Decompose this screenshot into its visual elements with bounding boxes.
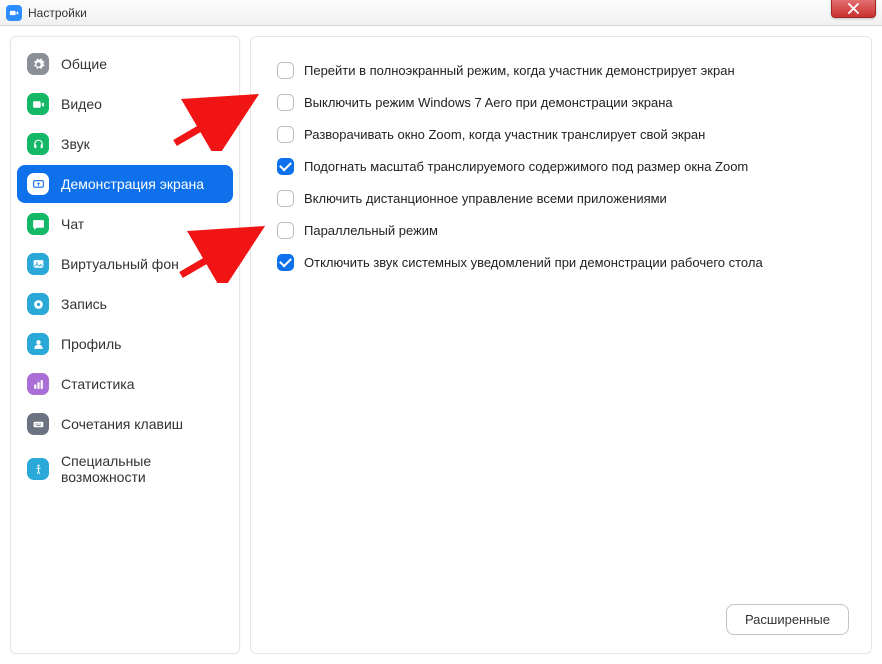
sidebar-item-label: Демонстрация экрана <box>61 176 204 192</box>
window-close-button[interactable] <box>831 0 876 18</box>
option-row[interactable]: Подогнать масштаб транслируемого содержи… <box>277 155 845 177</box>
sidebar-item-label: Общие <box>61 56 107 72</box>
advanced-button[interactable]: Расширенные <box>726 604 849 635</box>
option-row[interactable]: Включить дистанционное управление всеми … <box>277 187 845 209</box>
title-bar: Настройки <box>0 0 882 26</box>
checkbox[interactable] <box>277 158 294 175</box>
keyboard-icon <box>27 413 49 435</box>
sidebar-item-label: Звук <box>61 136 90 152</box>
checkbox[interactable] <box>277 254 294 271</box>
checkbox[interactable] <box>277 126 294 143</box>
sidebar-item-access[interactable]: Специальные возможности <box>17 445 233 493</box>
sidebar-item-label: Статистика <box>61 376 135 392</box>
option-row[interactable]: Разворачивать окно Zoom, когда участник … <box>277 123 845 145</box>
sidebar-item-share[interactable]: Демонстрация экрана <box>17 165 233 203</box>
video-icon <box>27 93 49 115</box>
share-screen-icon <box>27 173 49 195</box>
sidebar-item-label: Профиль <box>61 336 121 352</box>
sidebar-item-label: Сочетания клавиш <box>61 416 183 432</box>
sidebar-item-chat[interactable]: Чат <box>17 205 233 243</box>
sidebar-item-keyboard[interactable]: Сочетания клавиш <box>17 405 233 443</box>
checkbox[interactable] <box>277 222 294 239</box>
option-label: Отключить звук системных уведомлений при… <box>304 255 763 270</box>
sidebar: Общие Видео Звук Демонстрация экрана Чат Вирт… <box>10 36 240 654</box>
checkbox[interactable] <box>277 190 294 207</box>
main-container: Общие Видео Звук Демонстрация экрана Чат Вирт… <box>0 26 882 664</box>
option-label: Разворачивать окно Zoom, когда участник … <box>304 127 705 142</box>
option-row[interactable]: Отключить звук системных уведомлений при… <box>277 251 845 273</box>
headphones-icon <box>27 133 49 155</box>
sidebar-item-person[interactable]: Профиль <box>17 325 233 363</box>
sidebar-item-label: Виртуальный фон <box>61 256 179 272</box>
sidebar-item-label: Запись <box>61 296 107 312</box>
option-label: Выключить режим Windows 7 Aero при демон… <box>304 95 673 110</box>
option-label: Параллельный режим <box>304 223 438 238</box>
stats-icon <box>27 373 49 395</box>
sidebar-item-record[interactable]: Запись <box>17 285 233 323</box>
sidebar-item-stats[interactable]: Статистика <box>17 365 233 403</box>
checkbox[interactable] <box>277 94 294 111</box>
option-row[interactable]: Параллельный режим <box>277 219 845 241</box>
chat-icon <box>27 213 49 235</box>
option-label: Подогнать масштаб транслируемого содержи… <box>304 159 748 174</box>
window-title: Настройки <box>28 6 87 20</box>
sidebar-item-label: Чат <box>61 216 84 232</box>
gear-icon <box>27 53 49 75</box>
option-row[interactable]: Перейти в полноэкранный режим, когда уча… <box>277 59 845 81</box>
option-label: Перейти в полноэкранный режим, когда уча… <box>304 63 735 78</box>
sidebar-item-label: Специальные возможности <box>61 453 223 485</box>
option-row[interactable]: Выключить режим Windows 7 Aero при демон… <box>277 91 845 113</box>
record-icon <box>27 293 49 315</box>
person-icon <box>27 333 49 355</box>
content-panel: Перейти в полноэкранный режим, когда уча… <box>250 36 872 654</box>
sidebar-item-video[interactable]: Видео <box>17 85 233 123</box>
sidebar-item-label: Видео <box>61 96 102 112</box>
app-icon <box>6 5 22 21</box>
accessibility-icon <box>27 458 49 480</box>
sidebar-item-headphones[interactable]: Звук <box>17 125 233 163</box>
sidebar-item-image[interactable]: Виртуальный фон <box>17 245 233 283</box>
image-icon <box>27 253 49 275</box>
checkbox[interactable] <box>277 62 294 79</box>
option-label: Включить дистанционное управление всеми … <box>304 191 667 206</box>
sidebar-item-gear[interactable]: Общие <box>17 45 233 83</box>
